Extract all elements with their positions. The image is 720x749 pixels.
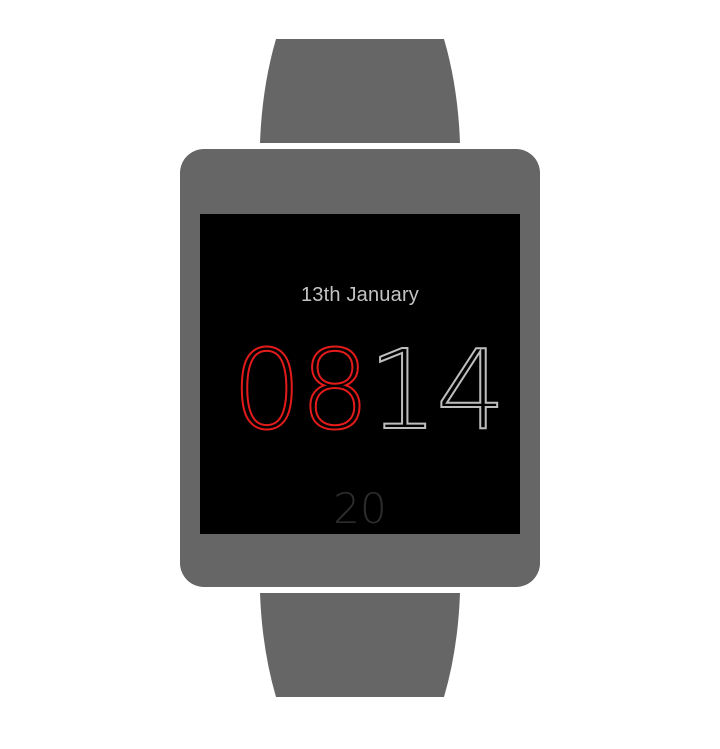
watch-screen[interactable]: 13th January 0814 20: [200, 214, 520, 534]
minutes-digits: 14: [367, 326, 507, 454]
date-label: 13th January: [300, 284, 420, 306]
seconds-digits: 20: [333, 484, 387, 533]
time-display: 0814: [231, 326, 507, 454]
watch-strap-bottom: [260, 593, 460, 697]
watch-strap-top: [260, 39, 460, 143]
hours-digits: 08: [231, 326, 371, 454]
